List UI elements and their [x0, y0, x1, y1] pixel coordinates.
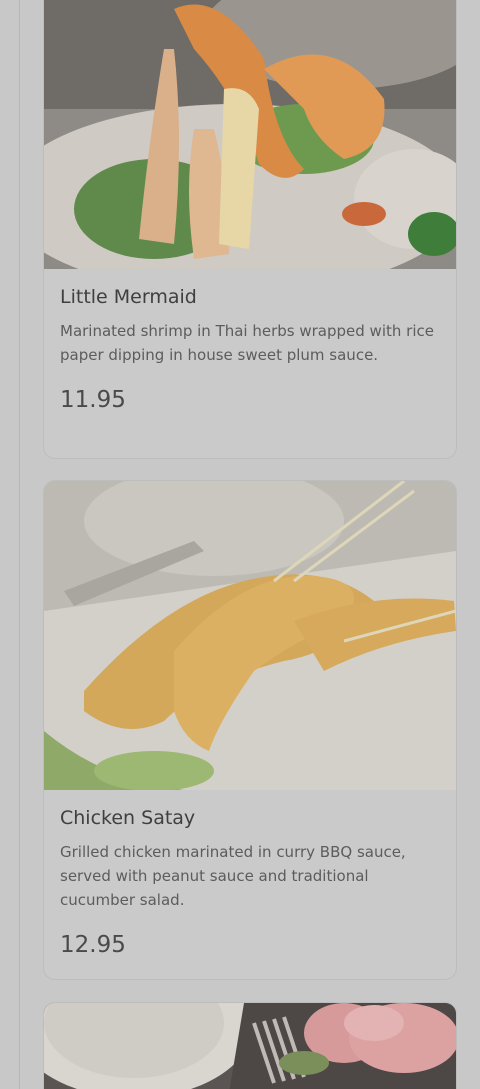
item-name-text: Little Mermaid [60, 286, 197, 308]
content-divider [19, 0, 20, 1089]
item-name: Little Mermaid [60, 283, 440, 313]
shrimp-dish-photo [44, 0, 456, 269]
menu-item-card[interactable]: Chicken Satay Grilled chicken marinated … [43, 480, 457, 980]
item-price: 11.95 [60, 387, 126, 413]
table-setting-photo [44, 1003, 456, 1089]
menu-page: Little Mermaid Marinated shrimp in Thai … [0, 0, 480, 1089]
menu-item-card[interactable] [43, 1002, 457, 1089]
satay-dish-photo [44, 481, 456, 790]
menu-item-card[interactable]: Little Mermaid Marinated shrimp in Thai … [43, 0, 457, 459]
item-name-text: Chicken Satay [60, 807, 196, 829]
item-description: Grilled chicken marinated in curry BBQ s… [60, 843, 406, 909]
item-name: Chicken Satay [60, 804, 440, 834]
item-description: Marinated shrimp in Thai herbs wrapped w… [60, 322, 434, 364]
item-price: 12.95 [60, 932, 126, 958]
